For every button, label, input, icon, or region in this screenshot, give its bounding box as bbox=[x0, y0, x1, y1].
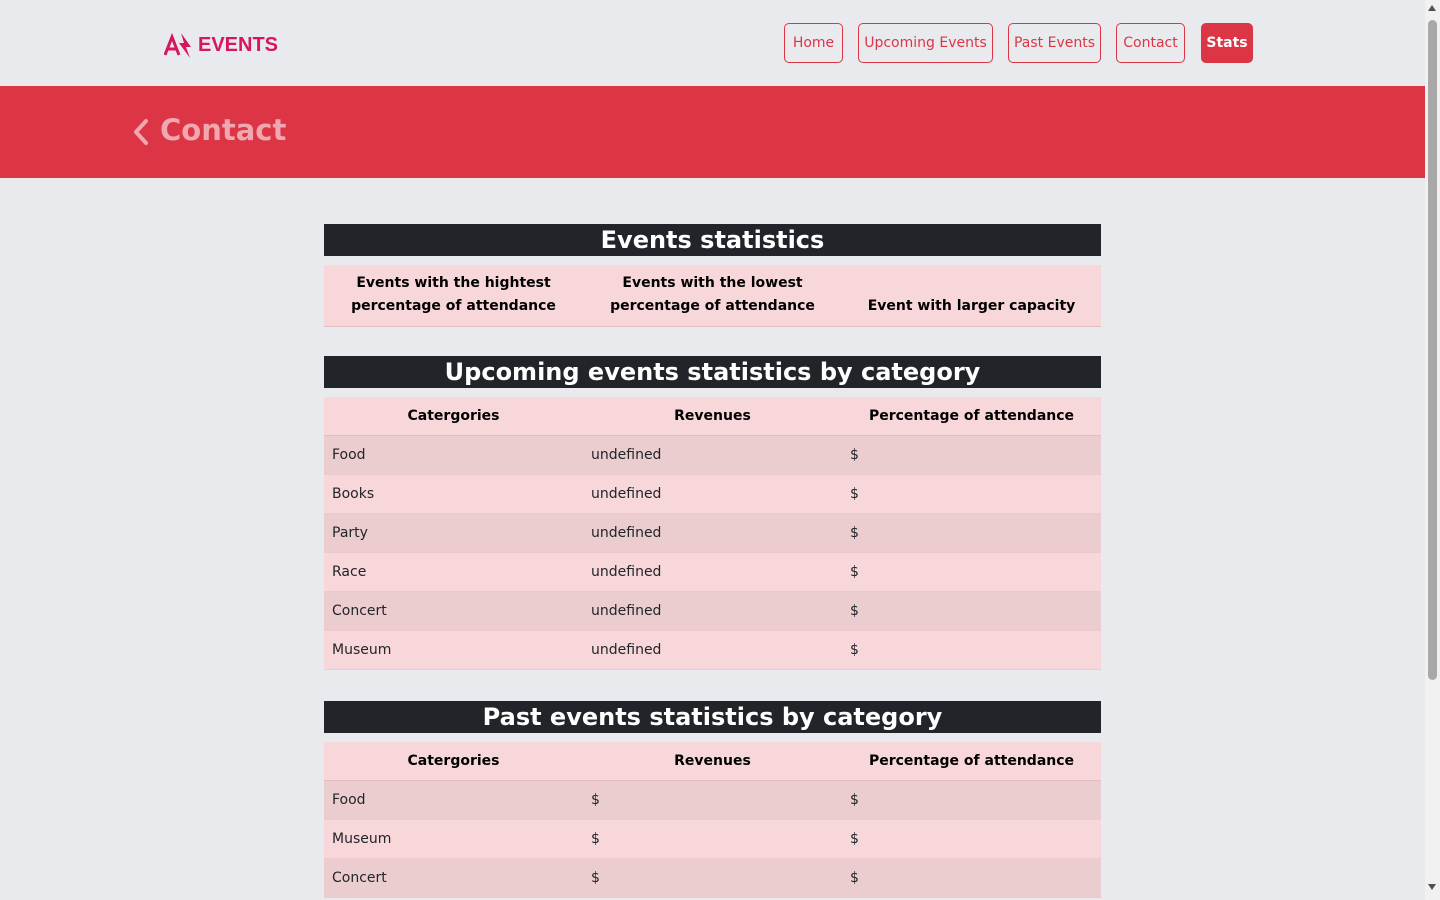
page-title: Contact bbox=[160, 113, 287, 147]
table-row: Food undefined $ bbox=[324, 435, 1101, 475]
table-row: Race undefined $ bbox=[324, 552, 1101, 592]
table-row: Concert undefined $ bbox=[324, 591, 1101, 631]
revenue-cell: undefined bbox=[583, 435, 842, 475]
scrollbar-thumb[interactable] bbox=[1428, 20, 1437, 680]
nav-home-button[interactable]: Home bbox=[784, 23, 843, 63]
past-statistics-table: Catergories Revenues Percentage of atten… bbox=[324, 742, 1101, 898]
revenue-cell: $ bbox=[583, 780, 842, 820]
category-cell: Concert bbox=[324, 591, 583, 631]
events-statistics-section: Events statistics Events with the highte… bbox=[324, 224, 1101, 327]
nav-contact-button[interactable]: Contact bbox=[1116, 23, 1185, 63]
attendance-cell: $ bbox=[842, 552, 1101, 592]
column-header: Percentage of attendance bbox=[842, 397, 1101, 436]
upcoming-statistics-table: Catergories Revenues Percentage of atten… bbox=[324, 397, 1101, 670]
table-row: Party undefined $ bbox=[324, 513, 1101, 553]
logo-text: EVENTS bbox=[198, 34, 279, 56]
attendance-cell: $ bbox=[842, 630, 1101, 670]
logo[interactable]: EVENTS bbox=[164, 31, 278, 59]
events-statistics-table: Events with the hightest percentage of a… bbox=[324, 265, 1101, 327]
revenue-cell: undefined bbox=[583, 552, 842, 592]
attendance-cell: $ bbox=[842, 780, 1101, 820]
events-statistics-title: Events statistics bbox=[324, 224, 1101, 256]
category-cell: Party bbox=[324, 513, 583, 553]
vertical-scrollbar[interactable] bbox=[1425, 0, 1440, 900]
revenue-cell: $ bbox=[583, 819, 842, 859]
column-header: Events with the hightest percentage of a… bbox=[324, 265, 583, 327]
category-cell: Books bbox=[324, 474, 583, 514]
column-header: Catergories bbox=[324, 742, 583, 781]
attendance-cell: $ bbox=[842, 858, 1101, 898]
logo-mark-icon bbox=[164, 32, 191, 58]
attendance-cell: $ bbox=[842, 819, 1101, 859]
attendance-cell: $ bbox=[842, 591, 1101, 631]
upcoming-statistics-section: Upcoming events statistics by category C… bbox=[324, 356, 1101, 670]
past-statistics-title: Past events statistics by category bbox=[324, 701, 1101, 733]
scroll-down-arrow-icon[interactable] bbox=[1428, 884, 1436, 890]
page: EVENTS Home Upcoming Events Past Events … bbox=[0, 0, 1425, 900]
upcoming-statistics-title: Upcoming events statistics by category bbox=[324, 356, 1101, 388]
scroll-up-arrow-icon[interactable] bbox=[1428, 5, 1436, 11]
column-header: Event with larger capacity bbox=[842, 265, 1101, 327]
category-cell: Race bbox=[324, 552, 583, 592]
category-cell: Museum bbox=[324, 819, 583, 859]
navbar: EVENTS Home Upcoming Events Past Events … bbox=[0, 0, 1425, 86]
category-cell: Concert bbox=[324, 858, 583, 898]
chevron-left-icon[interactable] bbox=[130, 117, 152, 147]
column-header: Revenues bbox=[583, 742, 842, 781]
table-row: Museum undefined $ bbox=[324, 630, 1101, 670]
revenue-cell: undefined bbox=[583, 591, 842, 631]
column-header: Catergories bbox=[324, 397, 583, 436]
table-row: Museum $ $ bbox=[324, 819, 1101, 859]
attendance-cell: $ bbox=[842, 513, 1101, 553]
column-header: Percentage of attendance bbox=[842, 742, 1101, 781]
category-cell: Food bbox=[324, 780, 583, 820]
attendance-cell: $ bbox=[842, 435, 1101, 475]
revenue-cell: undefined bbox=[583, 513, 842, 553]
revenue-cell: undefined bbox=[583, 630, 842, 670]
table-row: Books undefined $ bbox=[324, 474, 1101, 514]
category-cell: Museum bbox=[324, 630, 583, 670]
revenue-cell: $ bbox=[583, 858, 842, 898]
nav-past-events-button[interactable]: Past Events bbox=[1008, 23, 1101, 63]
past-statistics-section: Past events statistics by category Cater… bbox=[324, 701, 1101, 898]
nav-stats-button[interactable]: Stats bbox=[1201, 23, 1253, 63]
table-row: Concert $ $ bbox=[324, 858, 1101, 898]
nav-upcoming-events-button[interactable]: Upcoming Events bbox=[858, 23, 993, 63]
attendance-cell: $ bbox=[842, 474, 1101, 514]
revenue-cell: undefined bbox=[583, 474, 842, 514]
column-header: Revenues bbox=[583, 397, 842, 436]
category-cell: Food bbox=[324, 435, 583, 475]
table-row: Food $ $ bbox=[324, 780, 1101, 820]
column-header: Events with the lowest percentage of att… bbox=[583, 265, 842, 327]
